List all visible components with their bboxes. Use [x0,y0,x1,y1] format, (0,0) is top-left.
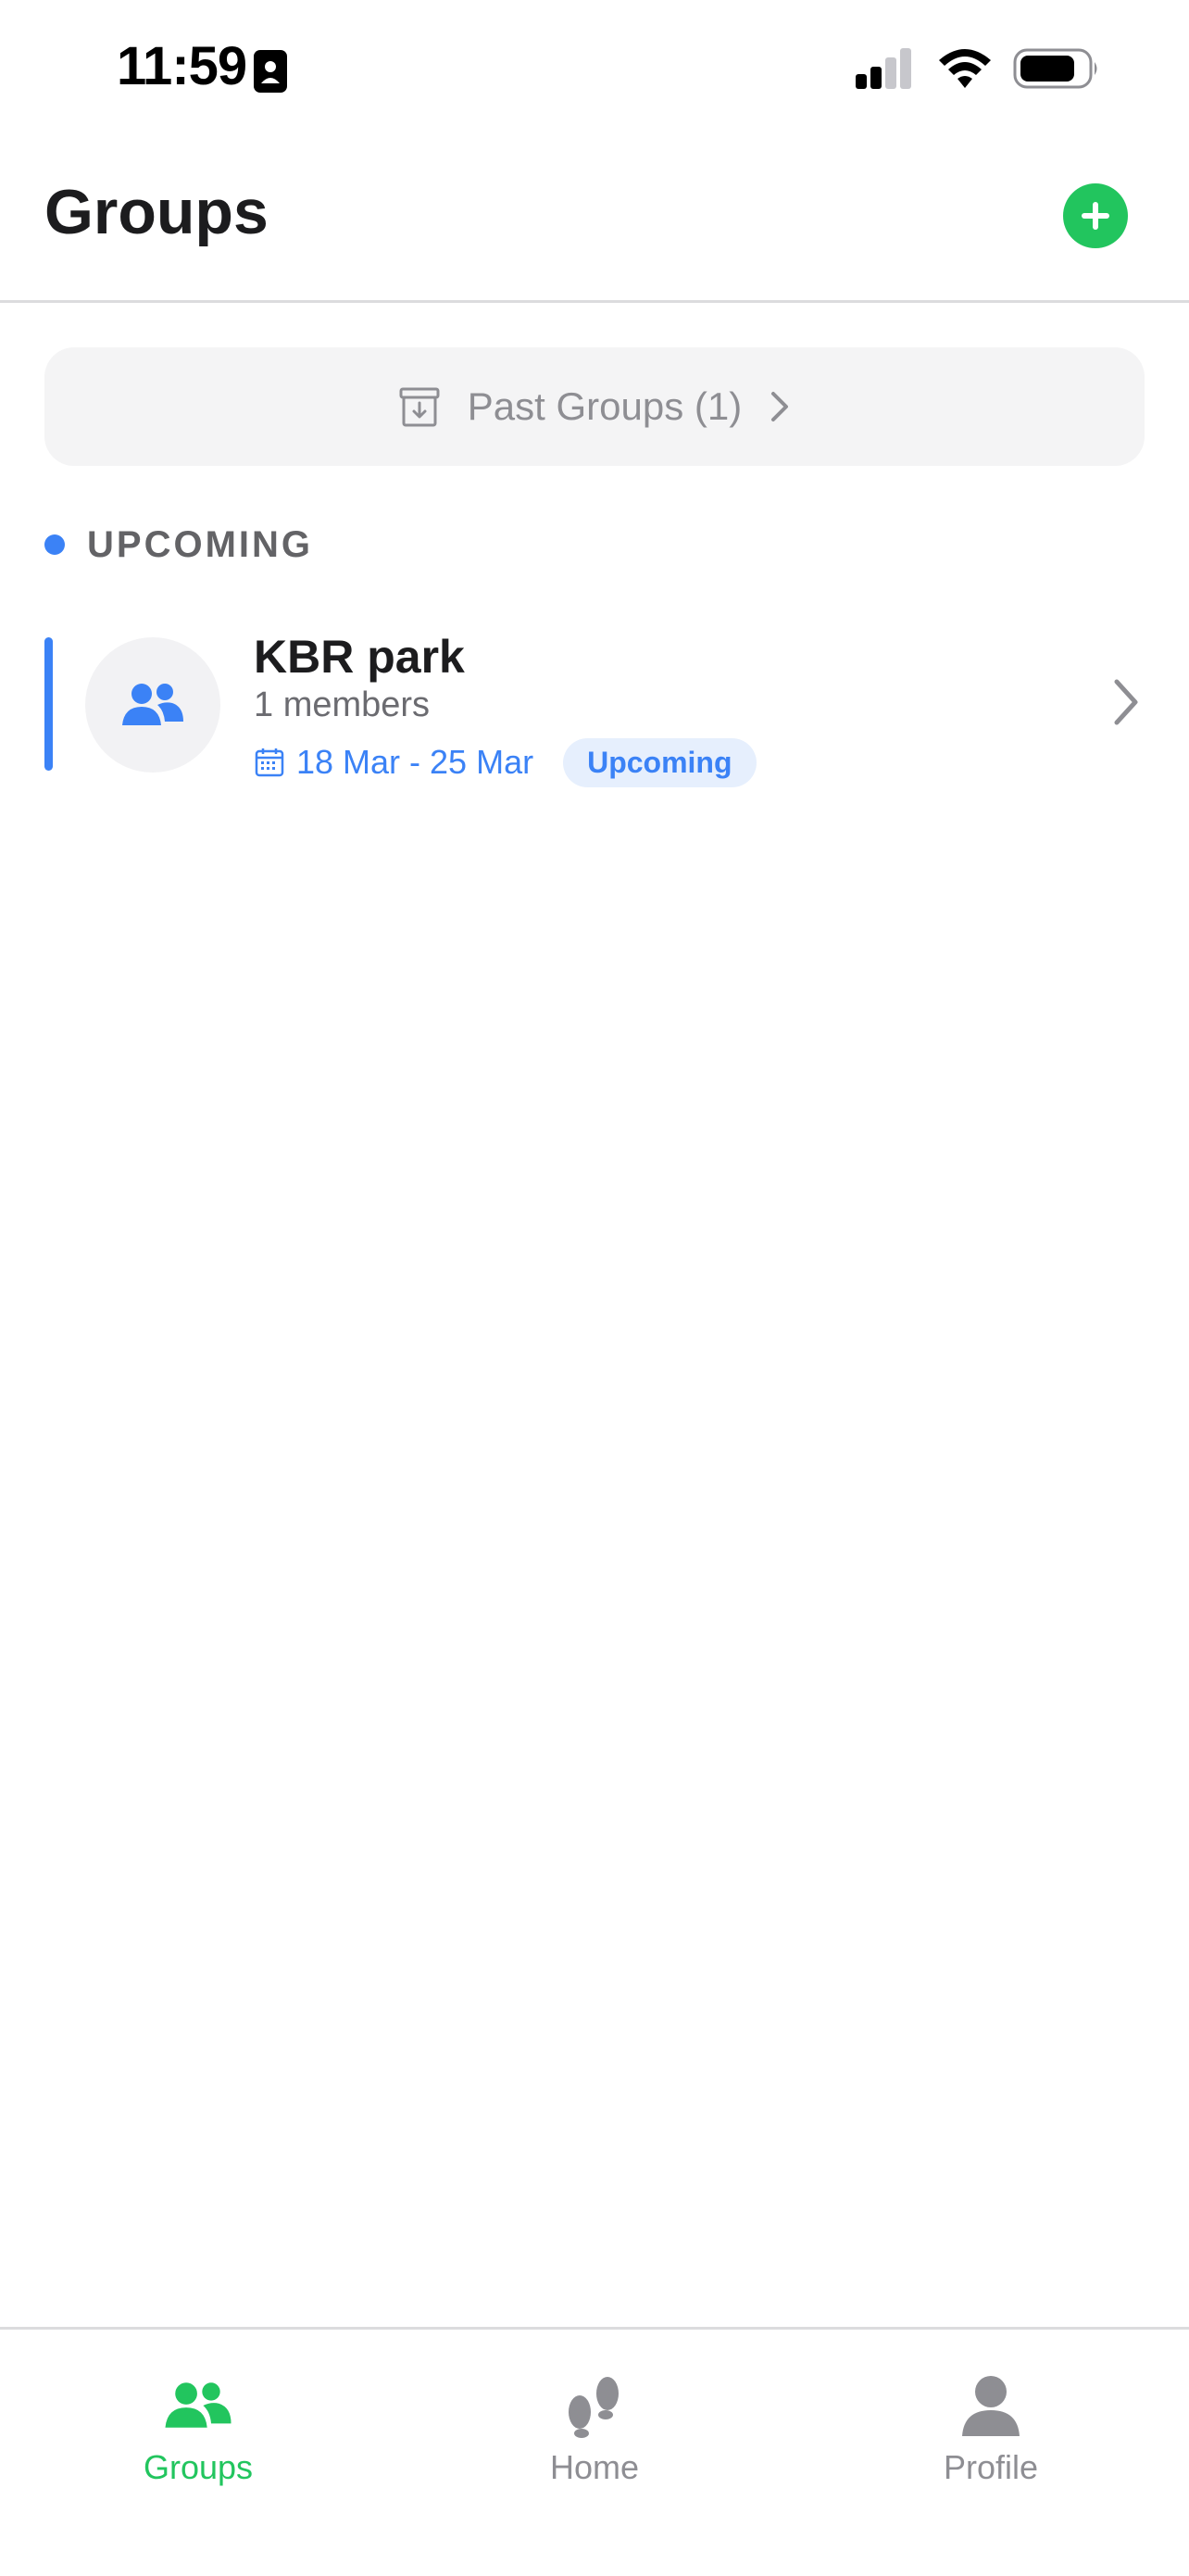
plus-icon [1082,202,1109,230]
group-list-item[interactable]: KBR park 1 members 18 Mar - 25 Mar Upcom… [44,630,1145,787]
tab-groups[interactable]: Groups [0,2330,396,2515]
group-name: KBR park [254,631,465,683]
archive-icon [399,387,440,427]
group-dates: 18 Mar - 25 Mar [296,743,534,781]
status-icons [854,46,1100,91]
status-bar: 11:59 [0,0,1189,139]
wifi-icon [939,49,991,88]
chevron-right-icon [771,392,789,421]
tab-label: Groups [143,2448,254,2486]
footprints-icon [569,2377,619,2438]
status-time: 11:59 [117,36,247,96]
section-label: UPCOMING [87,523,313,565]
battery-icon [1013,48,1097,89]
chevron-right-icon [1114,679,1138,725]
past-groups-button[interactable]: Past Groups (1) [44,347,1145,466]
tab-bar: Groups Home Profile [0,2327,1189,2576]
tab-label: Home [549,2448,640,2486]
tab-label: Profile [943,2448,1039,2486]
section-dot [44,534,65,555]
cellular-signal-icon [856,48,911,89]
tab-home[interactable]: Home [396,2330,793,2515]
calendar-icon [255,748,284,777]
accent-bar [44,637,53,771]
add-group-button[interactable] [1063,183,1128,248]
header: Groups [0,139,1189,303]
section-header-upcoming: UPCOMING [44,519,313,571]
group-dates-row: 18 Mar - 25 Mar Upcoming [254,737,757,787]
past-groups-label: Past Groups (1) [467,384,743,428]
group-members: 1 members [254,685,431,724]
users-icon [122,684,183,725]
users-icon [165,2382,232,2428]
tab-profile[interactable]: Profile [793,2330,1189,2515]
group-avatar [85,637,220,773]
person-icon [962,2376,1020,2436]
contact-card-icon [254,50,287,93]
status-badge: Upcoming [563,737,757,787]
page-title: Groups [44,177,269,247]
